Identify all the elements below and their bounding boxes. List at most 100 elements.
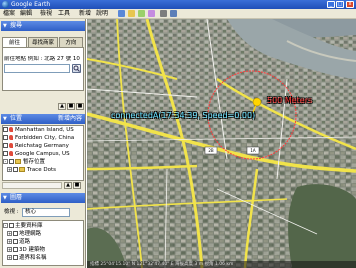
checkbox[interactable] [13,247,18,252]
fly-to-input[interactable] [4,64,70,73]
folder-icon [19,167,25,172]
expand-icon[interactable]: + [7,167,12,172]
list-item[interactable]: +3D 建築物 [7,246,87,254]
places-delete-button[interactable]: ■ [73,182,81,189]
layers-view-label: 檢視 : [4,209,19,215]
search-icon [73,65,80,72]
list-item[interactable]: - 暫存位置 [3,158,83,166]
places-scrollbar[interactable] [2,182,62,189]
title-bar: Google Earth _ □ x [0,0,356,9]
add-path-icon[interactable] [148,10,155,17]
search-move-up-button[interactable]: ▲ [58,103,66,110]
list-item[interactable]: - 主要資料庫 [3,222,83,230]
placemark-pin-icon [9,127,13,132]
search-panel-title: 搜尋 [10,22,23,29]
email-icon[interactable] [160,10,167,17]
list-item-label: 道路 [19,239,31,245]
checkbox[interactable] [13,167,18,172]
status-bar: 指標 25°04'15.10" N 121°32'47.40" E 海拔高度 3… [87,261,356,268]
expand-icon[interactable]: + [7,255,12,260]
places-panel-header[interactable]: ▼ 位置 新增內容 [1,114,85,124]
checkbox[interactable] [3,135,8,140]
range-label[interactable]: 500 Meters [267,96,312,105]
search-tabs: 前往 尋找商家 方向 [2,37,84,47]
placemark-pin-icon [9,135,13,140]
menu-file[interactable]: 檔案 [3,10,15,18]
list-item-label: Reichstag Germany [15,143,69,149]
list-item[interactable]: Google Campus, US [3,150,83,158]
list-item-label: 暫存位置 [23,159,46,165]
places-panel-title: 位置 [10,115,23,122]
sidebar-toggle-icon[interactable] [118,10,125,17]
list-item[interactable]: + Trace Dots [7,166,87,174]
menu-view[interactable]: 檢視 [40,10,52,18]
placemark-label[interactable]: connectedA(17:34:39, Speed=0.00) [111,111,255,120]
add-placemark-icon[interactable] [128,10,135,17]
placemark-pin-icon [9,151,13,156]
expand-icon[interactable]: - [3,223,8,228]
list-item-label: 地理網路 [19,231,42,237]
expand-icon[interactable]: + [7,239,12,244]
road-shield-label: 2B [208,148,214,153]
menu-add[interactable]: 新增 [79,10,91,18]
collapse-arrow-icon: ▼ [3,116,7,122]
checkbox[interactable] [9,223,14,228]
collapse-arrow-icon: ▼ [3,195,7,201]
list-item[interactable]: Reichstag Germany [3,142,83,150]
checkbox[interactable] [3,143,8,148]
checkbox[interactable] [13,255,18,260]
close-button[interactable]: x [346,1,354,8]
satellite-imagery [87,19,356,268]
search-delete-button[interactable]: ■ [67,103,75,110]
list-item-label: Forbidden City, China [15,135,75,141]
list-item[interactable]: Manhattan Island, US [3,126,83,134]
menu-edit[interactable]: 編輯 [20,10,32,18]
search-clear-button[interactable]: ■ [76,103,84,110]
checkbox[interactable] [9,159,14,164]
list-item-label: Trace Dots [27,167,56,173]
layers-view-select[interactable]: 核心 [22,208,70,217]
search-panel-header[interactable]: ▼ 搜尋 [1,21,85,31]
print-icon[interactable] [170,10,177,17]
list-item-label: Manhattan Island, US [15,127,74,133]
hillside [288,184,356,268]
expand-icon[interactable]: + [7,247,12,252]
layers-panel-title: 圖層 [10,194,23,201]
expand-icon[interactable]: - [3,159,8,164]
folder-icon [15,159,21,164]
list-item[interactable]: + 地理網路 [7,230,87,238]
tab-find-business[interactable]: 尋找商家 [28,37,58,47]
tab-fly-to[interactable]: 前往 [2,37,27,47]
list-item[interactable]: Forbidden City, China [3,134,83,142]
minimize-button[interactable]: _ [327,1,335,8]
places-add-content-link[interactable]: 新增內容 [58,114,82,124]
sidebar: ▼ 搜尋 前往 尋找商家 方向 前往地點 例如 : 北路 27 號 10 1 ▲… [0,19,86,268]
fly-to-label: 前往地點 例如 : 北路 27 號 10 1 [4,56,82,62]
menu-help[interactable]: 說明 [96,10,108,18]
map-view[interactable]: 2B 1A connectedA(17:34:39, Speed=0.00) 5… [87,19,356,268]
checkbox[interactable] [13,231,18,236]
window-title: Google Earth [11,1,51,8]
tab-directions[interactable]: 方向 [59,37,83,47]
menu-bar: 檔案 編輯 檢視 工具 新增 說明 [0,9,356,19]
layers-panel-header[interactable]: ▼ 圖層 [1,193,85,203]
maximize-button[interactable]: □ [336,1,344,8]
list-item-label: 3D 建築物 [19,247,45,253]
add-polygon-icon[interactable] [138,10,145,17]
search-go-button[interactable] [72,64,81,73]
list-item-label: Google Campus, US [15,151,70,157]
checkbox[interactable] [3,127,8,132]
checkbox[interactable] [3,151,8,156]
list-item-label: 邊界和名稱 [19,255,47,261]
places-move-button[interactable]: ▲ [64,182,72,189]
road-shield-label: 1A [250,148,256,153]
checkbox[interactable] [13,239,18,244]
list-item[interactable]: + 邊界和名稱 [7,254,87,262]
collapse-arrow-icon: ▼ [3,23,7,29]
placemark-pin-icon [9,143,13,148]
google-earth-icon [2,1,9,8]
list-item[interactable]: + 道路 [7,238,87,246]
menu-tools[interactable]: 工具 [58,10,70,18]
expand-icon[interactable]: + [7,231,12,236]
list-item-label: 主要資料庫 [15,223,43,229]
